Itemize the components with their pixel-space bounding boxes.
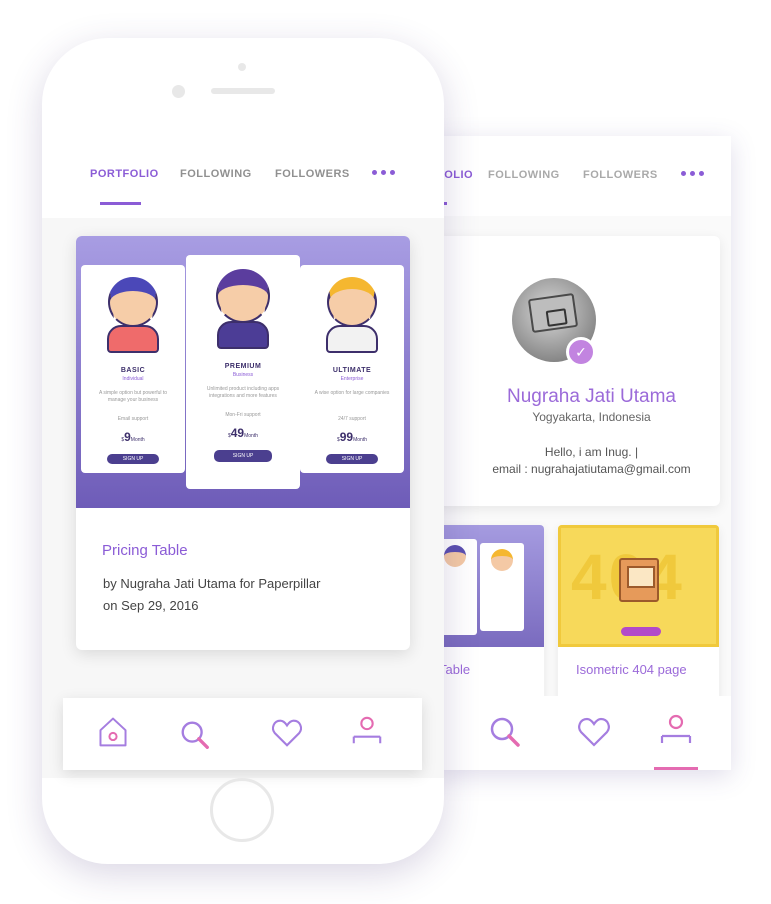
back-more-dots-icon[interactable] [681, 171, 704, 176]
pricing-table-card[interactable]: BASIC Individual A simple option but pow… [76, 236, 410, 650]
search-icon[interactable] [178, 718, 212, 752]
phone-frame: PORTFOLIO FOLLOWING FOLLOWERS BASIC Indi… [42, 38, 444, 864]
signup-button: SIGN UP [214, 450, 272, 462]
back-tab-bar: FOLIO FOLLOWING FOLLOWERS [433, 136, 731, 216]
front-camera [172, 85, 185, 98]
mini-plan-ultimate [480, 543, 524, 631]
card-author: by Nugraha Jati Utama for Paperpillar [103, 576, 321, 591]
plan-support: Email support [117, 416, 149, 422]
plan-description: Unlimited product including apps integra… [206, 386, 280, 399]
verified-check-icon: ✓ [566, 337, 596, 367]
plan-name: PREMIUM [224, 363, 262, 370]
profile-screen: FOLIO FOLLOWING FOLLOWERS ✓ Nugraha Jati… [433, 136, 731, 770]
tab-active-underline [100, 202, 141, 205]
premium-character-illustration [216, 269, 270, 323]
pricing-mini-thumbnail [433, 525, 544, 647]
home-button[interactable] [210, 778, 274, 842]
plan-price: $99Month [336, 430, 368, 444]
home-icon[interactable] [96, 715, 130, 749]
isometric-computer-illustration [619, 558, 659, 602]
tab-portfolio[interactable]: PORTFOLIO [90, 168, 159, 180]
plan-premium: PREMIUM Business Unlimited product inclu… [186, 255, 300, 489]
back-tab-followers[interactable]: FOLLOWERS [583, 169, 658, 181]
isometric-404-card[interactable]: 404 Isometric 404 page [558, 525, 719, 725]
profile-email[interactable]: email : nugrahajatiutama@gmail.com [433, 462, 720, 476]
tab-following[interactable]: FOLLOWING [180, 168, 252, 180]
plan-description: A wise option for large companies [314, 390, 390, 396]
back-tab-following[interactable]: FOLLOWING [488, 169, 560, 181]
back-profile-icon[interactable] [658, 712, 694, 748]
plan-name: BASIC [120, 367, 146, 374]
heart-icon[interactable] [270, 716, 304, 750]
active-nav-indicator [654, 767, 698, 770]
bottom-nav [63, 698, 422, 770]
plan-description: A simple option but powerful to manage y… [98, 390, 168, 403]
plan-subtitle: Enterprise [340, 376, 364, 382]
portfolio-screen: PORTFOLIO FOLLOWING FOLLOWERS BASIC Indi… [42, 138, 444, 778]
back-bottom-nav [433, 696, 731, 770]
isometric-404-thumbnail: 404 [558, 525, 719, 647]
profile-name: Nugraha Jati Utama [507, 386, 676, 407]
earpiece-speaker [211, 88, 275, 94]
isometric-404-title: Isometric 404 page [576, 662, 687, 677]
profile-card: ✓ Nugraha Jati Utama Yogyakarta, Indones… [433, 236, 720, 506]
pricing-table-mini-card[interactable]: Table [433, 525, 544, 725]
plan-price: $9Month [121, 430, 145, 444]
signup-button: SIGN UP [107, 454, 159, 464]
plan-support: 24/7 support [338, 416, 366, 422]
pricing-table-thumbnail: BASIC Individual A simple option but pow… [76, 236, 410, 508]
basic-character-illustration [108, 277, 158, 327]
plan-name: ULTIMATE [332, 367, 372, 374]
plan-ultimate: ULTIMATE Enterprise A wise option for la… [300, 265, 404, 473]
ultimate-character-illustration [327, 277, 377, 327]
plan-subtitle: Business [232, 372, 254, 378]
more-dots-icon[interactable] [372, 170, 395, 175]
profile-icon[interactable] [350, 714, 384, 748]
card-title[interactable]: Pricing Table [102, 542, 188, 559]
plan-subtitle: Individual [122, 376, 144, 382]
tab-bar: PORTFOLIO FOLLOWING FOLLOWERS [42, 138, 444, 218]
signup-button: SIGN UP [326, 454, 378, 464]
back-heart-icon[interactable] [576, 714, 612, 750]
tab-followers[interactable]: FOLLOWERS [275, 168, 350, 180]
proximity-sensor [238, 63, 246, 71]
plan-basic: BASIC Individual A simple option but pow… [81, 265, 185, 473]
profile-bio: Hello, i am Inug. | [544, 445, 639, 459]
go-back-mini-button [621, 627, 661, 636]
back-search-icon[interactable] [487, 714, 523, 750]
card-date: on Sep 29, 2016 [103, 598, 199, 613]
profile-location: Yogyakarta, Indonesia [532, 410, 651, 424]
plan-price: $49Month [227, 426, 259, 440]
plan-support: Mon-Fri support [225, 412, 261, 418]
